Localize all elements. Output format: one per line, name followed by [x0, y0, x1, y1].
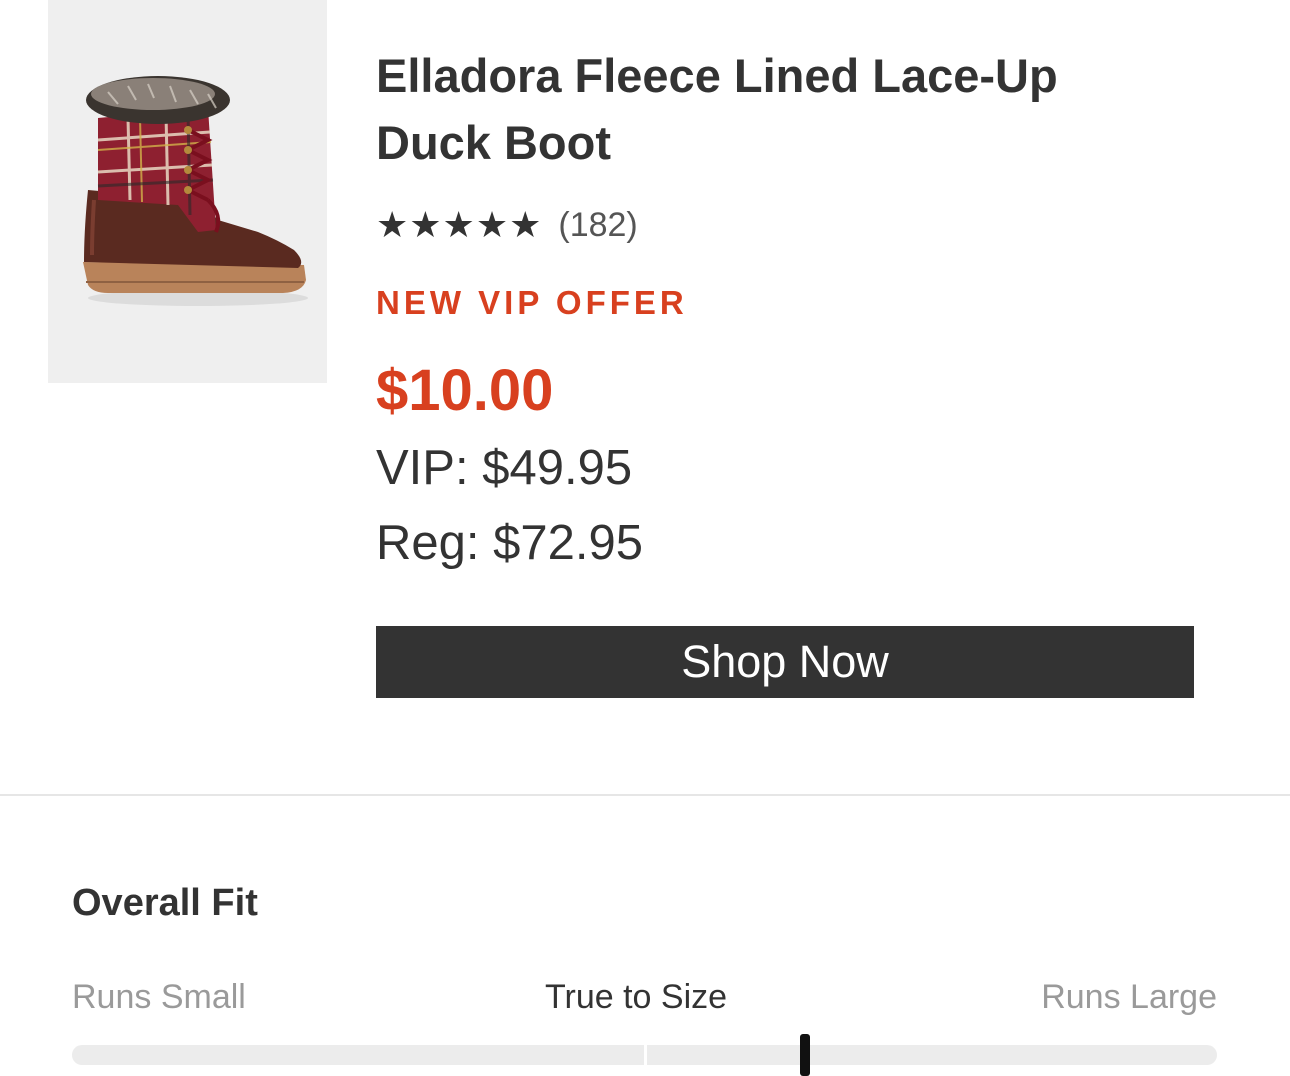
- star-rating-icon: ★★★★★: [376, 204, 543, 246]
- boot-image: [83, 76, 308, 306]
- overall-fit-heading: Overall Fit: [72, 882, 258, 924]
- product-page: Elladora Fleece Lined Lace-Up Duck Boot …: [0, 0, 1290, 1076]
- product-rating[interactable]: ★★★★★ (182): [376, 202, 638, 248]
- review-count[interactable]: (182): [558, 206, 637, 245]
- fit-marker: [799, 1034, 810, 1076]
- vip-offer-label: NEW VIP OFFER: [376, 284, 688, 321]
- section-divider: [0, 794, 1290, 796]
- fit-label-true-to-size: True to Size: [545, 978, 728, 1016]
- fit-label-runs-small: Runs Small: [72, 978, 246, 1016]
- product-title[interactable]: Elladora Fleece Lined Lace-Up Duck Boot: [376, 42, 1176, 176]
- regular-price: Reg: $72.95: [376, 516, 643, 570]
- shop-now-button[interactable]: Shop Now: [376, 626, 1194, 698]
- fit-scale-bar: [72, 1045, 1217, 1065]
- fit-label-runs-large: Runs Large: [1041, 978, 1217, 1016]
- sale-price: $10.00: [376, 358, 554, 423]
- fit-scale-midpoint: [644, 1045, 647, 1065]
- product-image[interactable]: [48, 0, 327, 383]
- vip-price: VIP: $49.95: [376, 441, 633, 495]
